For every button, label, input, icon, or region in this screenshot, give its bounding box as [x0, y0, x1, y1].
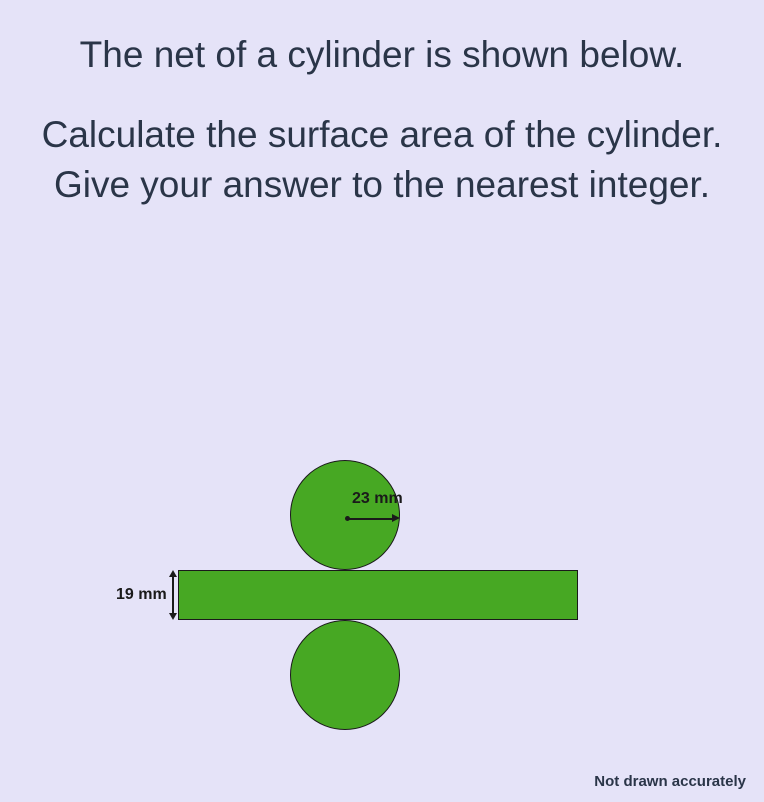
- question-line-1: The net of a cylinder is shown below.: [40, 30, 724, 80]
- question-line-2-3: Calculate the surface area of the cylind…: [40, 110, 724, 210]
- cylinder-net-diagram: 23 mm 19 mm: [0, 460, 764, 780]
- height-arrow-icon: [169, 570, 179, 620]
- radius-label: 23 mm: [352, 490, 403, 508]
- not-drawn-accurately-note: Not drawn accurately: [594, 773, 746, 790]
- question-text: The net of a cylinder is shown below. Ca…: [0, 0, 764, 210]
- height-label: 19 mm: [116, 586, 167, 604]
- radius-arrow-icon: [345, 515, 400, 525]
- bottom-circle: [290, 620, 400, 730]
- lateral-rectangle: [178, 570, 578, 620]
